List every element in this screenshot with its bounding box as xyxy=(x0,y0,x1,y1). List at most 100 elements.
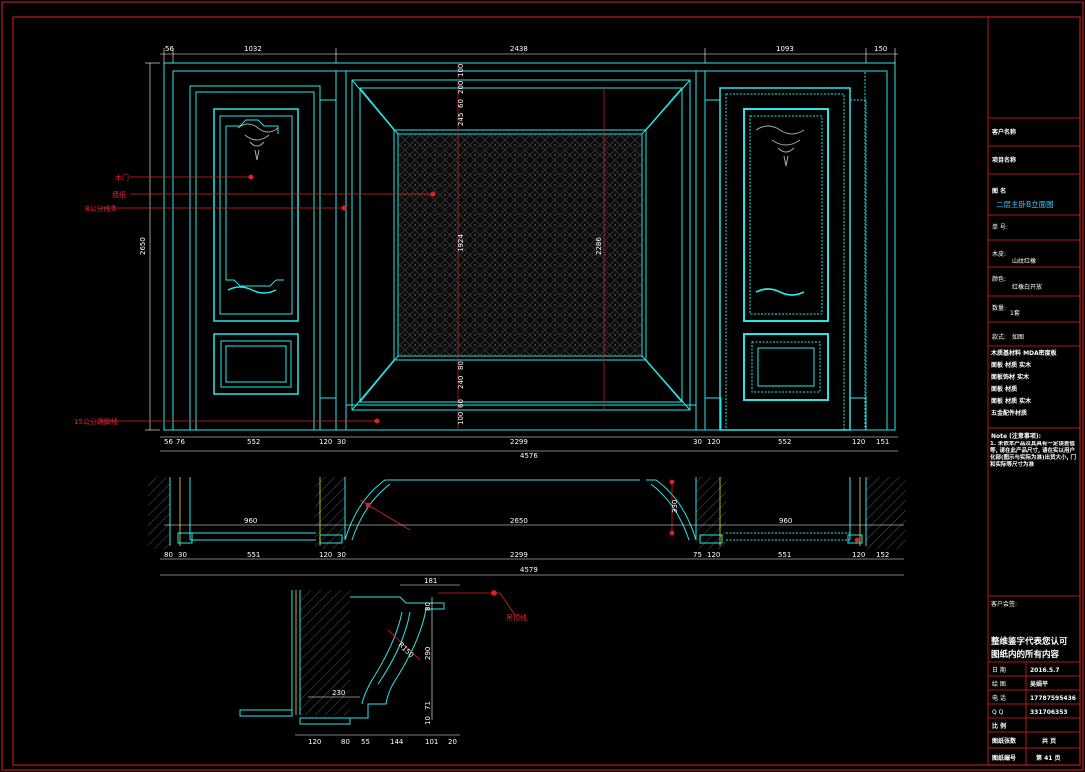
sec-dim-upper-2: 960 xyxy=(779,517,792,525)
tb-note-title: Note (注意事项): xyxy=(991,432,1041,440)
tb-row-4-key: 比 例 xyxy=(992,722,1006,730)
sec-dim-lower-8: 551 xyxy=(778,551,791,559)
tb-row-6-val: 第 41 页 xyxy=(1035,754,1061,762)
tb-material-0: 木质基材料 MDA密度板 xyxy=(990,349,1058,357)
det-dim-bottom-3: 144 xyxy=(390,738,404,746)
det-callout: 吊顶线 xyxy=(506,613,527,622)
tb-row-1-key: 绘 图 xyxy=(992,680,1006,688)
det-dim-bottom-2: 55 xyxy=(361,738,370,746)
dim-bot-8: 552 xyxy=(778,438,791,446)
detail-view xyxy=(239,584,516,736)
det-dim-side-3: 10 xyxy=(424,716,432,725)
tb-row-3-val: 331706353 xyxy=(1030,709,1068,716)
tb-row-0-key: 日 期 xyxy=(992,666,1006,674)
dim-bot-6: 30 xyxy=(693,438,702,446)
sec-dim-lower-6: 75 xyxy=(693,551,702,559)
tb-quantity-label: 数量: xyxy=(992,304,1006,312)
center-wall-panel xyxy=(345,79,697,431)
vdim-0: 100 xyxy=(457,64,465,77)
vdim-2: 60 xyxy=(457,99,465,108)
tb-row-3-key: Q Q xyxy=(992,709,1004,716)
callout-baseboard: 15公分踢脚线 xyxy=(74,417,118,426)
sec-dim-lower-9: 120 xyxy=(852,551,865,559)
tb-material-3: 面板 材质 xyxy=(991,385,1017,393)
tb-material-2: 面板饰材 实木 xyxy=(991,373,1030,381)
vdim-7: 60 xyxy=(457,399,465,408)
dim-height-mid: 2286 xyxy=(595,237,603,255)
tb-drawing-name-label: 图 名 xyxy=(992,187,1006,195)
elevation-view xyxy=(163,62,896,431)
det-dim-side-0: 80 xyxy=(424,602,432,611)
sec-dim-lower-5: 2299 xyxy=(510,551,528,559)
vdim-8: 100 xyxy=(457,412,465,425)
det-dim-bottom-4: 101 xyxy=(425,738,438,746)
tb-order-label: 单 号: xyxy=(992,223,1008,231)
dim-top-3: 1093 xyxy=(776,45,794,53)
tb-color-label: 颜色: xyxy=(992,275,1006,283)
tb-row-1-val: 吴娟平 xyxy=(1030,680,1048,688)
dim-bot-3: 120 xyxy=(319,438,332,446)
vdim-5: 80 xyxy=(457,361,465,370)
sec-dim-upper-3: 330 xyxy=(671,500,679,513)
vdim-3: 245 xyxy=(457,113,465,126)
dim-overall-width: 4576 xyxy=(520,452,538,460)
tb-quantity-value: 1套 xyxy=(1010,309,1020,317)
tb-row-2-val: 17787595436 xyxy=(1030,695,1076,702)
section-view xyxy=(148,477,906,549)
dim-top-0: 56 xyxy=(165,45,174,53)
sec-dim-lower-4: 30 xyxy=(337,551,346,559)
tb-drawing-name: 二层主卧B立面图 xyxy=(996,199,1054,209)
det-dim-left: 230 xyxy=(332,689,345,697)
tb-row-0-val: 2016.5.7 xyxy=(1030,667,1060,674)
det-dim-bottom-5: 20 xyxy=(448,738,457,746)
elevation-vertical-dimension-lines xyxy=(145,62,160,431)
callout-molding: 8公分线条 xyxy=(85,204,117,213)
vdim-1: 200 xyxy=(457,81,465,94)
det-dim-radius: R150 xyxy=(397,641,416,660)
dim-top-1: 1032 xyxy=(244,45,262,53)
tb-material-5: 五金配件材质 xyxy=(991,409,1027,417)
dim-bot-9: 120 xyxy=(852,438,865,446)
det-dim-side-2: 71 xyxy=(424,701,432,710)
tb-row-6-key: 图纸编号 xyxy=(992,754,1016,762)
tb-row-5-val: 共 页 xyxy=(1042,737,1056,745)
tb-client-sign-label: 客户会签: xyxy=(991,600,1017,608)
sec-dim-upper-1: 2650 xyxy=(510,517,528,525)
tb-color-value: 红橡白开放 xyxy=(1012,283,1042,291)
dim-bot-2: 552 xyxy=(247,438,260,446)
det-dim-top: 181 xyxy=(424,577,437,585)
right-door xyxy=(704,70,867,431)
dim-bot-4: 30 xyxy=(337,438,346,446)
sec-dim-upper-0: 960 xyxy=(244,517,257,525)
vdim-6: 240 xyxy=(457,376,465,389)
dim-bot-5: 2299 xyxy=(510,438,528,446)
sec-overall-width: 4579 xyxy=(520,566,538,574)
vdim-4: 1924 xyxy=(457,234,465,252)
dim-bot-7: 120 xyxy=(707,438,720,446)
sec-dim-lower-0: 80 xyxy=(164,551,173,559)
callout-wallpaper: 墙纸 xyxy=(112,190,126,199)
sec-dim-lower-2: 551 xyxy=(247,551,260,559)
sec-dim-lower-1: 30 xyxy=(178,551,187,559)
dim-top-4: 150 xyxy=(874,45,887,53)
tb-company-line1: 整维鉴字代表您认可 xyxy=(991,636,1068,647)
dim-bot-0: 56 xyxy=(164,438,173,446)
cad-drawing-sheet: 56 1032 2438 1093 150 56 76 552 120 30 2… xyxy=(1,1,1084,771)
det-dim-bottom-1: 80 xyxy=(341,738,350,746)
tb-wood-label: 木皮: xyxy=(992,250,1006,258)
dim-top-2: 2438 xyxy=(510,45,528,53)
tb-wood-value: 山纹红橡 xyxy=(1012,257,1036,265)
tb-project-label: 项目名称 xyxy=(992,156,1016,164)
tb-company-line2: 图纸内的所有内容 xyxy=(991,649,1060,660)
dim-height-left: 2650 xyxy=(139,237,147,255)
det-dim-bottom-0: 120 xyxy=(308,738,321,746)
callout-door: 木门 xyxy=(115,173,129,182)
sec-dim-lower-3: 120 xyxy=(319,551,332,559)
tb-customer-label: 客户名称 xyxy=(991,128,1016,136)
tb-note-body: 1. 未依本产品及其具有一定误差值等, 请在此产品尺寸, 请在实以用户化部(图示… xyxy=(990,441,1077,468)
tb-note-body-box: 1. 未依本产品及其具有一定误差值等, 请在此产品尺寸, 请在实以用户化部(图示… xyxy=(990,441,1077,468)
tb-style-label: 款式: xyxy=(992,333,1006,341)
tb-material-4: 面板 材质 实木 xyxy=(991,397,1032,405)
sec-dim-lower-10: 152 xyxy=(876,551,889,559)
dim-bot-10: 151 xyxy=(876,438,889,446)
